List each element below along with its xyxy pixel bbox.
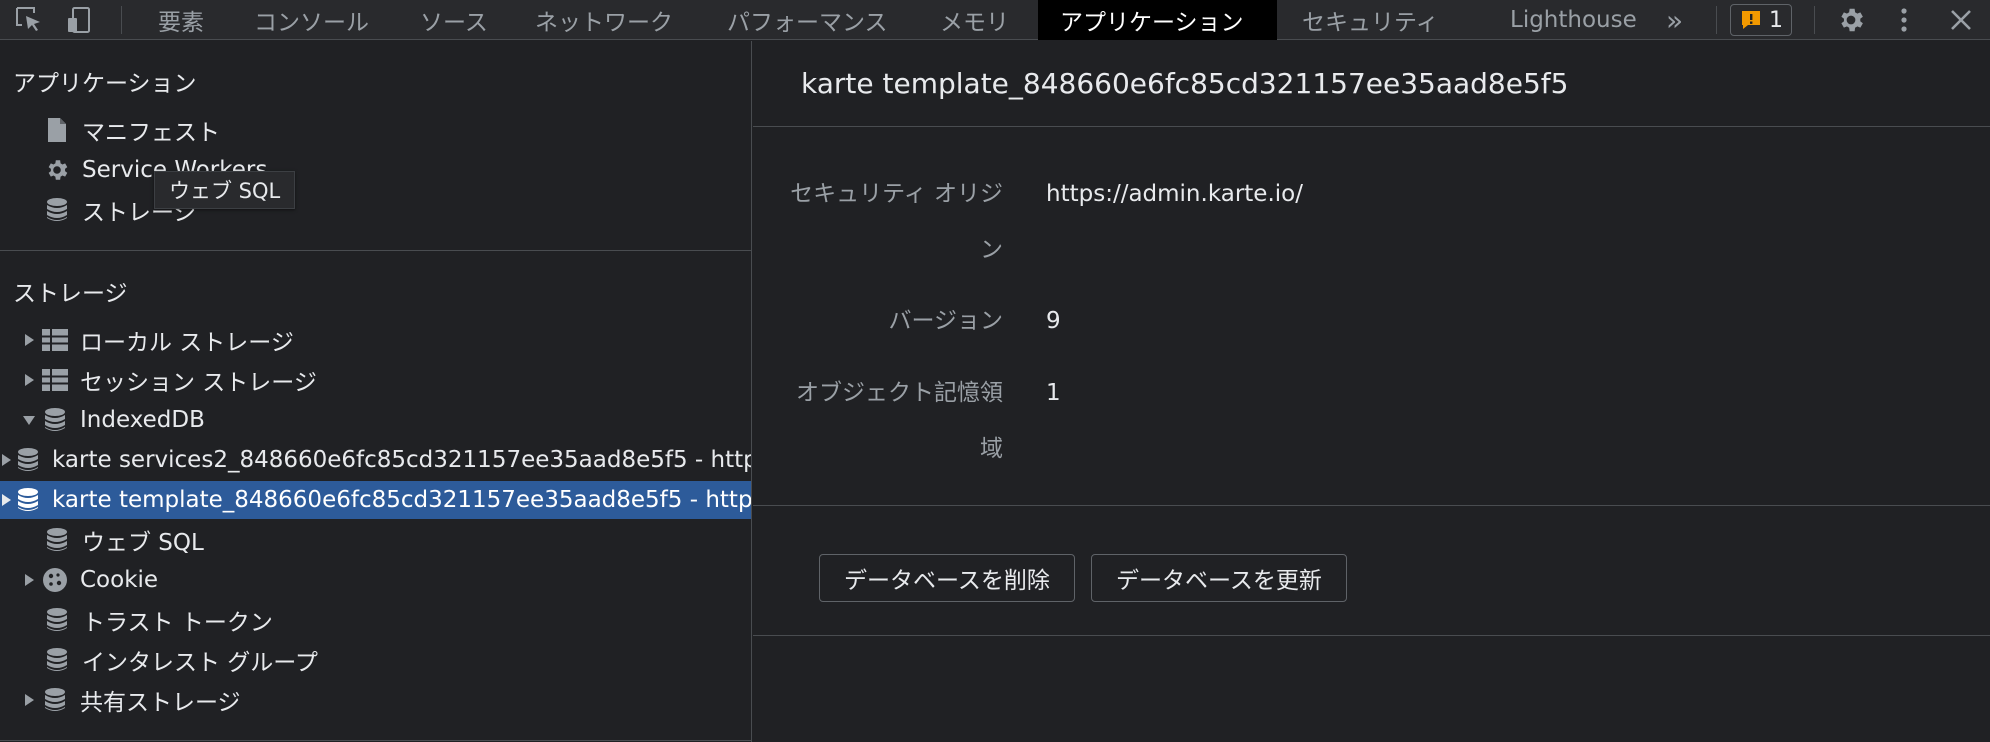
- object-stores-value: 1: [1046, 380, 1061, 406]
- grid-icon: [42, 327, 68, 353]
- sidebar-item-label: ローカル ストレージ: [80, 330, 294, 356]
- sidebar-item-label: トラスト トークン: [82, 610, 273, 636]
- sidebar-item-manifest[interactable]: マニフェスト: [0, 111, 751, 149]
- database-icon: [44, 607, 70, 633]
- devtools-toolbar: 要素 コンソール ソース ネットワーク パフォーマンス メモリ アプリケーション…: [0, 0, 1990, 40]
- sidebar-item-database-selected[interactable]: karte template_848660e6fc85cd321157ee35a…: [0, 481, 752, 519]
- settings-gear-icon[interactable]: [1836, 0, 1866, 40]
- database-icon: [44, 647, 70, 673]
- sidebar-item-trust-tokens[interactable]: トラスト トークン: [0, 601, 751, 639]
- header-divider: [753, 126, 1990, 127]
- sidebar-item-database[interactable]: karte services2_848660e6fc85cd321157ee35…: [0, 441, 751, 479]
- tab-performance[interactable]: パフォーマンス: [705, 0, 910, 40]
- database-icon: [42, 407, 68, 433]
- database-icon: [42, 687, 68, 713]
- sidebar-item-indexeddb[interactable]: IndexedDB: [0, 401, 751, 439]
- issues-count: 1: [1769, 7, 1783, 33]
- tab-elements[interactable]: 要素: [136, 0, 226, 40]
- sidebar-item-interest-groups[interactable]: インタレスト グループ: [0, 641, 751, 679]
- version-label: バージョン: [888, 308, 1003, 334]
- toolbar-separator: [1716, 6, 1717, 34]
- expand-arrow-icon[interactable]: [20, 571, 38, 589]
- grid-icon: [42, 367, 68, 393]
- object-stores-label: オブジェクト記憶領: [796, 380, 1003, 406]
- object-stores-label-cont: 域: [980, 436, 1003, 462]
- sidebar-item-label: セッション ストレージ: [80, 370, 317, 396]
- sidebar-item-label: karte template_848660e6fc85cd321157ee35a…: [52, 487, 752, 513]
- sidebar-item-storage[interactable]: ストレージ: [0, 191, 751, 229]
- inspect-element-icon[interactable]: [14, 0, 44, 40]
- database-details-panel: karte template_848660e6fc85cd321157ee35a…: [753, 41, 1990, 742]
- database-icon: [44, 527, 70, 553]
- tab-console[interactable]: コンソール: [232, 0, 391, 40]
- toolbar-separator: [1814, 6, 1815, 34]
- application-section-title: アプリケーション: [13, 71, 197, 97]
- sidebar-item-label: インタレスト グループ: [82, 650, 318, 676]
- section-divider: [753, 635, 1990, 636]
- toolbar-separator: [121, 6, 122, 34]
- document-icon: [44, 117, 70, 143]
- database-icon: [16, 487, 40, 513]
- sidebar-item-label: 共有ストレージ: [80, 690, 241, 716]
- sidebar-item-service-workers[interactable]: Service Workers: [0, 151, 751, 189]
- delete-database-button[interactable]: データベースを削除: [819, 554, 1075, 602]
- database-icon: [16, 447, 40, 473]
- database-title: karte template_848660e6fc85cd321157ee35a…: [801, 67, 1569, 100]
- tab-application[interactable]: アプリケーション: [1038, 0, 1277, 40]
- gear-icon: [44, 157, 70, 183]
- tab-sources[interactable]: ソース: [398, 0, 510, 40]
- tab-lighthouse[interactable]: Lighthouse: [1488, 0, 1659, 40]
- tab-network[interactable]: ネットワーク: [513, 0, 695, 40]
- storage-section-title: ストレージ: [13, 281, 128, 307]
- sidebar-item-local-storage[interactable]: ローカル ストレージ: [0, 321, 751, 359]
- expand-arrow-icon[interactable]: [20, 371, 38, 389]
- section-divider: [0, 250, 751, 251]
- tab-memory[interactable]: メモリ: [918, 0, 1031, 40]
- sidebar-item-label: Cookie: [80, 567, 159, 593]
- version-value: 9: [1046, 308, 1061, 334]
- security-origin-label: セキュリティ オリジ: [790, 181, 1003, 207]
- sidebar-item-label: ウェブ SQL: [82, 530, 204, 556]
- sidebar-item-session-storage[interactable]: セッション ストレージ: [0, 361, 751, 399]
- expand-arrow-icon[interactable]: [20, 691, 38, 709]
- cookie-icon: [42, 567, 68, 593]
- tab-security[interactable]: セキュリティ: [1280, 0, 1461, 40]
- more-options-icon[interactable]: [1894, 0, 1914, 40]
- refresh-database-button[interactable]: データベースを更新: [1091, 554, 1347, 602]
- sidebar-item-shared-storage[interactable]: 共有ストレージ: [0, 681, 751, 719]
- security-origin-label-cont: ン: [980, 237, 1003, 263]
- tooltip: ウェブ SQL: [154, 171, 296, 209]
- collapse-arrow-icon[interactable]: [20, 411, 38, 429]
- sidebar-item-web-sql[interactable]: ウェブ SQL: [0, 521, 751, 559]
- sidebar-item-label: karte services2_848660e6fc85cd321157ee35…: [52, 447, 751, 473]
- device-toolbar-icon[interactable]: [64, 0, 94, 40]
- sidebar-item-label: IndexedDB: [80, 407, 205, 433]
- security-origin-value: https://admin.karte.io/: [1046, 181, 1303, 207]
- issue-warning-icon: [1739, 8, 1763, 32]
- application-sidebar: アプリケーション マニフェスト Service Workers ストレージ スト…: [0, 41, 752, 742]
- issues-badge[interactable]: 1: [1730, 4, 1792, 36]
- sidebar-item-cookie[interactable]: Cookie: [0, 561, 751, 599]
- more-tabs-button[interactable]: »: [1666, 0, 1683, 40]
- expand-arrow-icon[interactable]: [0, 491, 12, 509]
- expand-arrow-icon[interactable]: [0, 451, 12, 469]
- section-divider: [0, 740, 751, 741]
- section-divider: [753, 505, 1990, 506]
- close-icon[interactable]: [1948, 0, 1974, 40]
- sidebar-item-label: マニフェスト: [82, 120, 220, 146]
- expand-arrow-icon[interactable]: [20, 331, 38, 349]
- database-icon: [44, 197, 70, 223]
